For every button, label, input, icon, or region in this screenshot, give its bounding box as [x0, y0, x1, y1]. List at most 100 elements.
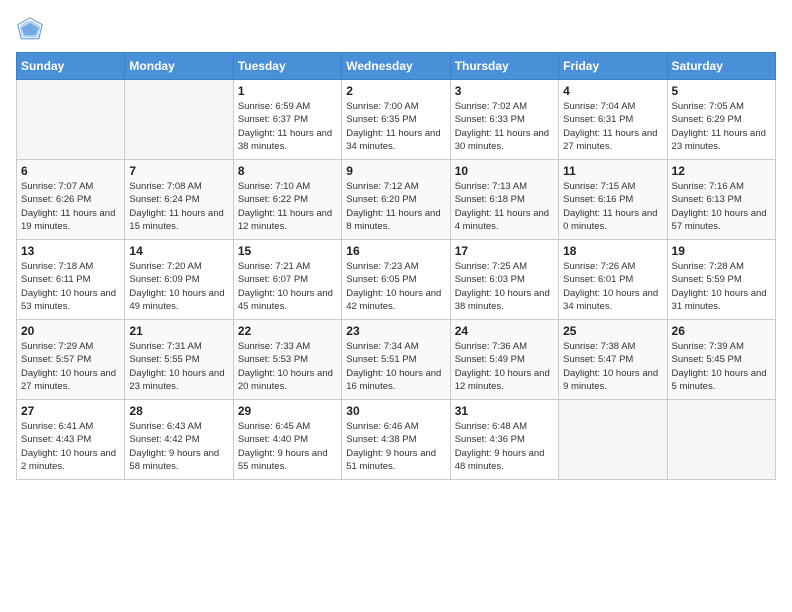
calendar-cell: 20Sunrise: 7:29 AMSunset: 5:57 PMDayligh… [17, 320, 125, 400]
day-info: Sunrise: 7:13 AMSunset: 6:18 PMDaylight:… [455, 180, 554, 233]
calendar-cell: 30 Sunrise: 6:46 AMSunset: 4:38 PMDayligh… [342, 400, 450, 480]
day-number: 3 [455, 84, 554, 98]
page-header [16, 16, 776, 44]
day-number: 17 [455, 244, 554, 258]
day-number: 24 [455, 324, 554, 338]
calendar-cell: 10 Sunrise: 7:13 AMSunset: 6:18 PMDayligh… [450, 160, 558, 240]
calendar-cell: 27 Sunrise: 6:41 AMSunset: 4:43 PMDayligh… [17, 400, 125, 480]
calendar-cell: 29Sunrise: 6:45 AMSunset: 4:40 PMDayligh… [233, 400, 341, 480]
calendar-cell: 25 Sunrise: 7:38 AMSunset: 5:47 PMDayligh… [559, 320, 667, 400]
weekday-header-saturday: Saturday [667, 53, 775, 80]
day-info: Sunrise: 7:26 AMSunset: 6:01 PMDaylight:… [563, 260, 662, 313]
day-info: Sunrise: 7:36 AMSunset: 5:49 PMDaylight:… [455, 340, 554, 393]
calendar-body: 1 Sunrise: 6:59 AMSunset: 6:37 PMDaylight… [17, 80, 776, 480]
calendar-week-3: 13 Sunrise: 7:18 AMSunset: 6:11 PMDayligh… [17, 240, 776, 320]
day-number: 13 [21, 244, 120, 258]
calendar-cell: 14 Sunrise: 7:20 AMSunset: 6:09 PMDayligh… [125, 240, 233, 320]
calendar-cell: 18 Sunrise: 7:26 AMSunset: 6:01 PMDayligh… [559, 240, 667, 320]
day-info: Sunrise: 7:04 AMSunset: 6:31 PMDaylight:… [563, 100, 662, 153]
day-number: 30 [346, 404, 445, 418]
calendar-header: SundayMondayTuesdayWednesdayThursdayFrid… [17, 53, 776, 80]
calendar-cell: 7 Sunrise: 7:08 AMSunset: 6:24 PMDaylight… [125, 160, 233, 240]
calendar-cell: 24 Sunrise: 7:36 AMSunset: 5:49 PMDayligh… [450, 320, 558, 400]
calendar-cell [125, 80, 233, 160]
day-info: Sunrise: 7:16 AMSunset: 6:13 PMDaylight:… [672, 180, 771, 233]
calendar-cell [667, 400, 775, 480]
day-info: Sunrise: 7:15 AMSunset: 6:16 PMDaylight:… [563, 180, 662, 233]
calendar-cell: 16 Sunrise: 7:23 AMSunset: 6:05 PMDayligh… [342, 240, 450, 320]
day-info: Sunrise: 6:48 AMSunset: 4:36 PMDaylight:… [455, 420, 554, 473]
calendar-cell: 13 Sunrise: 7:18 AMSunset: 6:11 PMDayligh… [17, 240, 125, 320]
day-number: 14 [129, 244, 228, 258]
day-info: Sunrise: 6:41 AMSunset: 4:43 PMDaylight:… [21, 420, 120, 473]
day-info: Sunrise: 7:23 AMSunset: 6:05 PMDaylight:… [346, 260, 445, 313]
day-number: 1 [238, 84, 337, 98]
day-info: Sunrise: 7:31 AMSunset: 5:55 PMDaylight:… [129, 340, 228, 393]
day-info: Sunrise: 7:00 AMSunset: 6:35 PMDaylight:… [346, 100, 445, 153]
day-number: 4 [563, 84, 662, 98]
day-info: Sunrise: 7:12 AMSunset: 6:20 PMDaylight:… [346, 180, 445, 233]
weekday-header-friday: Friday [559, 53, 667, 80]
day-number: 27 [21, 404, 120, 418]
day-info: Sunrise: 7:20 AMSunset: 6:09 PMDaylight:… [129, 260, 228, 313]
calendar-cell: 17 Sunrise: 7:25 AMSunset: 6:03 PMDayligh… [450, 240, 558, 320]
calendar-cell [17, 80, 125, 160]
calendar-cell: 2 Sunrise: 7:00 AMSunset: 6:35 PMDaylight… [342, 80, 450, 160]
day-info: Sunrise: 6:43 AMSunset: 4:42 PMDaylight:… [129, 420, 228, 473]
calendar-cell: 3 Sunrise: 7:02 AMSunset: 6:33 PMDaylight… [450, 80, 558, 160]
day-info: Sunrise: 7:10 AMSunset: 6:22 PMDaylight:… [238, 180, 337, 233]
calendar-week-2: 6 Sunrise: 7:07 AMSunset: 6:26 PMDaylight… [17, 160, 776, 240]
day-number: 10 [455, 164, 554, 178]
calendar-cell: 23Sunrise: 7:34 AMSunset: 5:51 PMDayligh… [342, 320, 450, 400]
calendar-week-4: 20Sunrise: 7:29 AMSunset: 5:57 PMDayligh… [17, 320, 776, 400]
weekday-header-monday: Monday [125, 53, 233, 80]
day-info: Sunrise: 7:08 AMSunset: 6:24 PMDaylight:… [129, 180, 228, 233]
calendar-cell: 1 Sunrise: 6:59 AMSunset: 6:37 PMDaylight… [233, 80, 341, 160]
generalblue-logo-icon [16, 16, 44, 44]
day-number: 25 [563, 324, 662, 338]
day-info: Sunrise: 7:02 AMSunset: 6:33 PMDaylight:… [455, 100, 554, 153]
weekday-header-thursday: Thursday [450, 53, 558, 80]
calendar-cell: 6 Sunrise: 7:07 AMSunset: 6:26 PMDaylight… [17, 160, 125, 240]
day-info: Sunrise: 7:25 AMSunset: 6:03 PMDaylight:… [455, 260, 554, 313]
calendar-cell: 12 Sunrise: 7:16 AMSunset: 6:13 PMDayligh… [667, 160, 775, 240]
day-info: Sunrise: 7:18 AMSunset: 6:11 PMDaylight:… [21, 260, 120, 313]
calendar-table: SundayMondayTuesdayWednesdayThursdayFrid… [16, 52, 776, 480]
day-number: 12 [672, 164, 771, 178]
calendar-cell: 4 Sunrise: 7:04 AMSunset: 6:31 PMDaylight… [559, 80, 667, 160]
day-info: Sunrise: 7:34 AMSunset: 5:51 PMDaylight:… [346, 340, 445, 393]
day-info: Sunrise: 7:38 AMSunset: 5:47 PMDaylight:… [563, 340, 662, 393]
day-number: 28 [129, 404, 228, 418]
day-info: Sunrise: 7:29 AMSunset: 5:57 PMDaylight:… [21, 340, 120, 393]
calendar-cell [559, 400, 667, 480]
day-info: Sunrise: 6:59 AMSunset: 6:37 PMDaylight:… [238, 100, 337, 153]
calendar-cell: 26Sunrise: 7:39 AMSunset: 5:45 PMDayligh… [667, 320, 775, 400]
day-number: 21 [129, 324, 228, 338]
calendar-cell: 19 Sunrise: 7:28 AMSunset: 5:59 PMDayligh… [667, 240, 775, 320]
day-info: Sunrise: 7:33 AMSunset: 5:53 PMDaylight:… [238, 340, 337, 393]
day-info: Sunrise: 7:05 AMSunset: 6:29 PMDaylight:… [672, 100, 771, 153]
logo [16, 16, 48, 44]
day-number: 2 [346, 84, 445, 98]
day-number: 8 [238, 164, 337, 178]
calendar-cell: 5Sunrise: 7:05 AMSunset: 6:29 PMDaylight… [667, 80, 775, 160]
day-info: Sunrise: 7:28 AMSunset: 5:59 PMDaylight:… [672, 260, 771, 313]
day-number: 31 [455, 404, 554, 418]
weekday-header-sunday: Sunday [17, 53, 125, 80]
day-number: 9 [346, 164, 445, 178]
day-info: Sunrise: 7:07 AMSunset: 6:26 PMDaylight:… [21, 180, 120, 233]
calendar-cell: 8 Sunrise: 7:10 AMSunset: 6:22 PMDaylight… [233, 160, 341, 240]
calendar-week-5: 27 Sunrise: 6:41 AMSunset: 4:43 PMDayligh… [17, 400, 776, 480]
calendar-cell: 15Sunrise: 7:21 AMSunset: 6:07 PMDayligh… [233, 240, 341, 320]
calendar-cell: 22Sunrise: 7:33 AMSunset: 5:53 PMDayligh… [233, 320, 341, 400]
day-number: 7 [129, 164, 228, 178]
day-number: 16 [346, 244, 445, 258]
calendar-cell: 31 Sunrise: 6:48 AMSunset: 4:36 PMDayligh… [450, 400, 558, 480]
day-info: Sunrise: 7:39 AMSunset: 5:45 PMDaylight:… [672, 340, 771, 393]
calendar-cell: 9 Sunrise: 7:12 AMSunset: 6:20 PMDaylight… [342, 160, 450, 240]
day-number: 18 [563, 244, 662, 258]
day-number: 6 [21, 164, 120, 178]
day-number: 15 [238, 244, 337, 258]
day-info: Sunrise: 6:46 AMSunset: 4:38 PMDaylight:… [346, 420, 445, 473]
day-number: 19 [672, 244, 771, 258]
